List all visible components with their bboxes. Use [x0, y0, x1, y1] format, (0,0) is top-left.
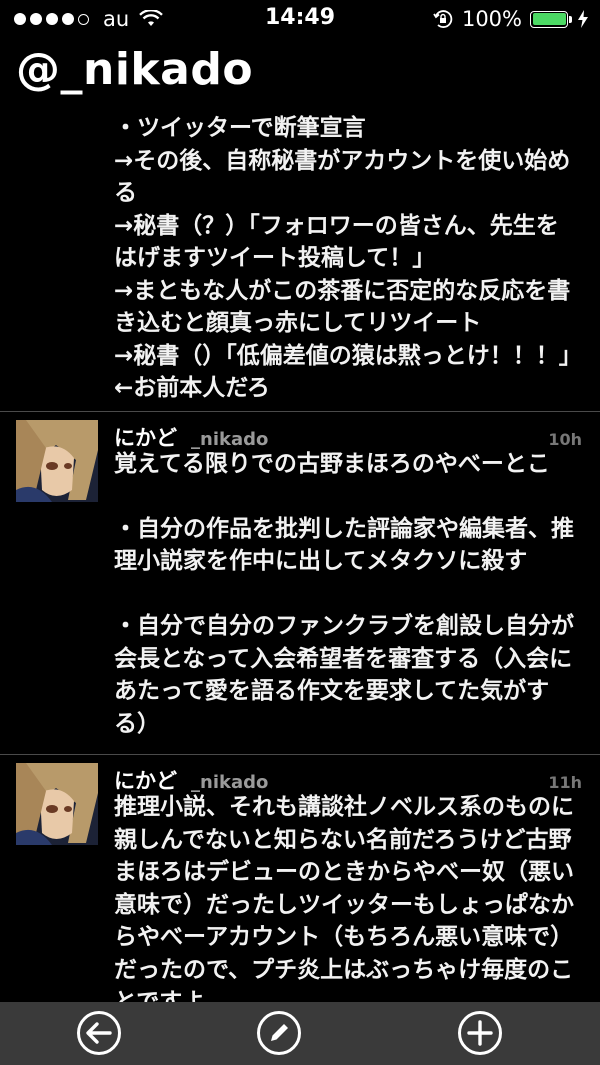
timeline[interactable]: ・ツイッターで断筆宣言 →その後、自称秘書がアカウントを使い始める →秘書（？）… [0, 112, 600, 1002]
status-bar: au 14:49 100% [0, 0, 600, 38]
tweet-time: 10h [548, 429, 582, 449]
add-plus-icon[interactable] [457, 1010, 503, 1056]
battery-percent: 100% [461, 7, 522, 31]
tweet-header: にかど _nikado 11h [114, 765, 582, 793]
tweet-item[interactable]: にかど _nikado 11h 推理小説、それも講談社ノベルス系のものに親しんで… [0, 755, 600, 1002]
bottom-toolbar [0, 1002, 600, 1065]
orientation-lock-icon [433, 10, 453, 28]
tweet-header: にかど _nikado 10h [114, 422, 582, 450]
avatar[interactable] [16, 419, 98, 502]
tweet-text: 覚えてる限りでの古野まほろのやべーとこ ・自分の作品を批判した評論家や編集者、推… [114, 450, 574, 737]
battery-icon [530, 10, 572, 28]
tweet-text: ・ツイッターで断筆宣言 →その後、自称秘書がアカウントを使い始める →秘書（？）… [114, 115, 571, 401]
tweet-time: 11h [548, 773, 582, 792]
charging-bolt-icon [578, 10, 588, 28]
tweet-item[interactable]: にかど _nikado 10h 覚えてる限りでの古野まほろのやべーとこ ・自分の… [0, 412, 600, 749]
tweet-text: 推理小説、それも講談社ノベルス系のものに親しんでないと知らない名前だろうけど古野… [114, 794, 574, 1002]
user-handle[interactable]: _nikado [191, 429, 268, 450]
status-right: 100% [432, 7, 590, 31]
user-handle[interactable]: _nikado [191, 772, 268, 793]
back-arrow-icon[interactable] [76, 1010, 122, 1056]
avatar[interactable] [16, 763, 98, 845]
page-title: @_nikado [16, 44, 254, 95]
compose-pencil-icon[interactable] [256, 1010, 302, 1056]
